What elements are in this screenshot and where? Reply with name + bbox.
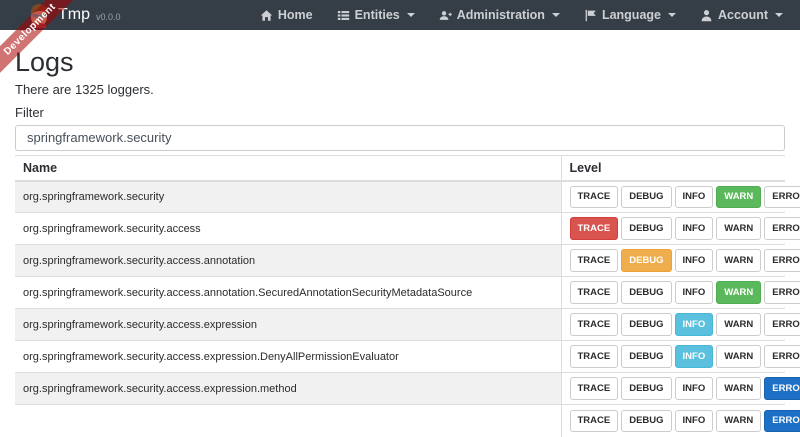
logger-name: org.springframework.security.access.expr…	[15, 373, 561, 405]
level-trace-button[interactable]: TRACE	[570, 377, 619, 400]
level-info-button[interactable]: INFO	[675, 377, 714, 400]
level-error-button[interactable]: ERROR	[764, 313, 800, 336]
nav-item-label: Language	[602, 8, 661, 22]
column-header-name: Name	[15, 155, 561, 181]
level-info-button[interactable]: INFO	[675, 313, 714, 336]
logger-name	[15, 405, 561, 437]
level-debug-button[interactable]: DEBUG	[621, 410, 671, 433]
page-title: Logs	[15, 47, 785, 78]
level-trace-button[interactable]: TRACE	[570, 249, 619, 272]
level-debug-button[interactable]: DEBUG	[621, 313, 671, 336]
table-row: org.springframework.security.access.anno…	[15, 245, 785, 277]
level-error-button[interactable]: ERROR	[764, 281, 800, 304]
level-button-group: TRACEDEBUGINFOWARNERROR	[561, 405, 785, 437]
level-trace-button[interactable]: TRACE	[570, 217, 619, 240]
level-button-group: TRACEDEBUGINFOWARNERROR	[561, 277, 785, 309]
level-trace-button[interactable]: TRACE	[570, 186, 619, 209]
logs-table: Name Level org.springframework.securityT…	[15, 155, 785, 437]
table-header-row: Name Level	[15, 155, 785, 181]
nav-item-language[interactable]: Language	[584, 8, 676, 22]
flag-icon	[584, 9, 597, 22]
level-warn-button[interactable]: WARN	[716, 249, 761, 272]
level-warn-button[interactable]: WARN	[716, 410, 761, 433]
level-trace-button[interactable]: TRACE	[570, 410, 619, 433]
level-info-button[interactable]: INFO	[675, 186, 714, 209]
filter-input[interactable]	[15, 125, 785, 151]
level-warn-button[interactable]: WARN	[716, 281, 761, 304]
level-debug-button[interactable]: DEBUG	[621, 249, 671, 272]
nav-item-entities[interactable]: Entities	[337, 8, 415, 22]
main-content: Logs There are 1325 loggers. Filter Name…	[0, 47, 800, 437]
level-warn-button[interactable]: WARN	[716, 186, 761, 209]
nav-item-administration[interactable]: Administration	[439, 8, 560, 22]
level-button-group: TRACEDEBUGINFOWARNERROR	[561, 213, 785, 245]
logger-name: org.springframework.security.access	[15, 213, 561, 245]
level-error-button[interactable]: ERROR	[764, 249, 800, 272]
filter-label: Filter	[15, 106, 785, 121]
nav-item-home[interactable]: Home	[260, 8, 313, 22]
logger-count-text: There are 1325 loggers.	[15, 82, 785, 98]
level-info-button[interactable]: INFO	[675, 249, 714, 272]
level-error-button[interactable]: ERROR	[764, 345, 800, 368]
level-trace-button[interactable]: TRACE	[570, 313, 619, 336]
level-info-button[interactable]: INFO	[675, 217, 714, 240]
table-row: org.springframework.security.access.expr…	[15, 341, 785, 373]
home-icon	[260, 9, 273, 22]
nav-item-label: Entities	[355, 8, 400, 22]
column-header-level: Level	[561, 155, 785, 181]
level-button-group: TRACEDEBUGINFOWARNERROR	[561, 181, 785, 213]
nav-item-account[interactable]: Account	[700, 8, 783, 22]
chevron-down-icon	[668, 13, 676, 17]
level-warn-button[interactable]: WARN	[716, 313, 761, 336]
table-row: org.springframework.security.access.anno…	[15, 277, 785, 309]
table-row: org.springframework.securityTRACEDEBUGIN…	[15, 181, 785, 213]
brand-logo[interactable]: Tmp v0.0.0	[26, 2, 121, 28]
table-row: org.springframework.security.access.expr…	[15, 373, 785, 405]
nav-item-label: Home	[278, 8, 313, 22]
logger-name: org.springframework.security.access.anno…	[15, 277, 561, 309]
level-warn-button[interactable]: WARN	[716, 217, 761, 240]
brand-name: Tmp	[58, 6, 90, 24]
logger-name: org.springframework.security.access.expr…	[15, 341, 561, 373]
nav-menu: Home Entities Administration Language	[260, 8, 783, 22]
list-icon	[337, 9, 350, 22]
hipster-avatar-icon	[26, 2, 52, 28]
level-debug-button[interactable]: DEBUG	[621, 186, 671, 209]
nav-item-label: Administration	[457, 8, 545, 22]
level-debug-button[interactable]: DEBUG	[621, 377, 671, 400]
level-info-button[interactable]: INFO	[675, 410, 714, 433]
user-plus-icon	[439, 9, 452, 22]
table-row: org.springframework.security.accessTRACE…	[15, 213, 785, 245]
level-trace-button[interactable]: TRACE	[570, 345, 619, 368]
brand-version: v0.0.0	[96, 12, 121, 22]
navbar: Tmp v0.0.0 Home Entities Administration	[0, 0, 800, 30]
level-warn-button[interactable]: WARN	[716, 377, 761, 400]
level-trace-button[interactable]: TRACE	[570, 281, 619, 304]
level-error-button[interactable]: ERROR	[764, 186, 800, 209]
level-info-button[interactable]: INFO	[675, 345, 714, 368]
level-error-button[interactable]: ERROR	[764, 410, 800, 433]
level-button-group: TRACEDEBUGINFOWARNERROR	[561, 341, 785, 373]
logger-name: org.springframework.security.access.anno…	[15, 245, 561, 277]
chevron-down-icon	[552, 13, 560, 17]
level-button-group: TRACEDEBUGINFOWARNERROR	[561, 373, 785, 405]
chevron-down-icon	[775, 13, 783, 17]
level-error-button[interactable]: ERROR	[764, 377, 800, 400]
table-row: org.springframework.security.access.expr…	[15, 309, 785, 341]
level-button-group: TRACEDEBUGINFOWARNERROR	[561, 245, 785, 277]
level-info-button[interactable]: INFO	[675, 281, 714, 304]
level-debug-button[interactable]: DEBUG	[621, 281, 671, 304]
table-row: TRACEDEBUGINFOWARNERROR	[15, 405, 785, 437]
level-button-group: TRACEDEBUGINFOWARNERROR	[561, 309, 785, 341]
user-icon	[700, 9, 713, 22]
logger-name: org.springframework.security	[15, 181, 561, 213]
level-debug-button[interactable]: DEBUG	[621, 345, 671, 368]
chevron-down-icon	[407, 13, 415, 17]
level-warn-button[interactable]: WARN	[716, 345, 761, 368]
level-debug-button[interactable]: DEBUG	[621, 217, 671, 240]
level-error-button[interactable]: ERROR	[764, 217, 800, 240]
logger-name: org.springframework.security.access.expr…	[15, 309, 561, 341]
nav-item-label: Account	[718, 8, 768, 22]
